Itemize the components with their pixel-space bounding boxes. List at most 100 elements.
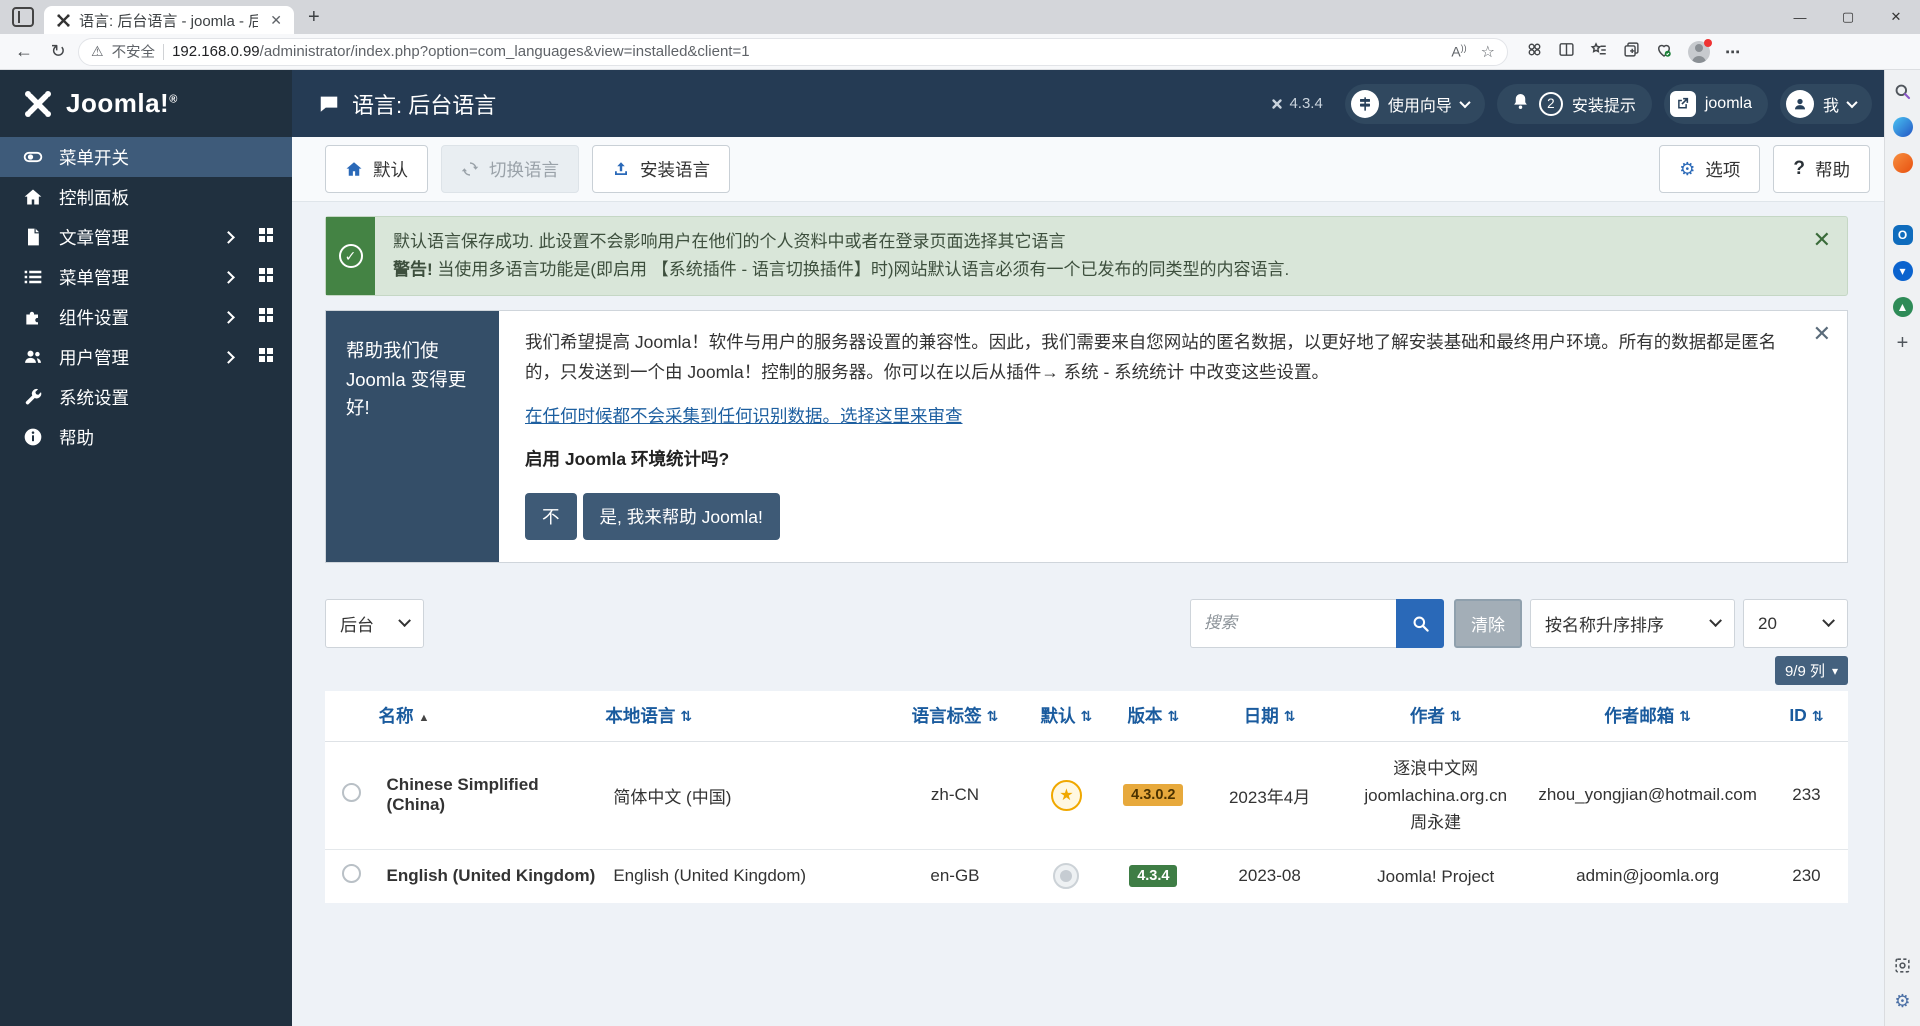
chevron-down-icon [1709,614,1722,627]
not-default-icon[interactable] [1053,863,1079,889]
outlook-icon[interactable]: O [1892,224,1914,246]
search-button[interactable] [1396,599,1444,648]
profile-avatar[interactable] [1688,41,1710,63]
m365-apps-icon[interactable] [1892,188,1914,210]
header-spacer [325,691,379,741]
read-aloud-icon[interactable]: A)) [1451,43,1466,60]
comment-icon [318,93,340,115]
stats-yes-button[interactable]: 是, 我来帮助 Joomla! [583,493,780,540]
sidebar-search-icon[interactable] [1892,80,1914,102]
favorite-star-icon[interactable]: ☆ [1481,42,1495,62]
sort-select[interactable]: 按名称升序排序 [1530,599,1735,648]
screenshot-tool-icon[interactable] [1892,954,1914,976]
grid-icon[interactable] [258,307,274,328]
preview-site-button[interactable]: joomla [1664,84,1768,124]
browser-essentials-icon[interactable] [1655,41,1673,63]
column-header-version[interactable]: 版本 [1108,691,1198,741]
version-label: 4.3.4 [1270,95,1322,112]
puzzle-icon [22,307,44,327]
settings-more-icon[interactable]: ⋯ [1725,43,1740,61]
person-icon [1786,90,1814,118]
grid-icon[interactable] [258,267,274,288]
user-menu-button[interactable]: 我 [1780,84,1872,124]
chevron-right-icon [222,351,234,363]
back-button[interactable]: ← [10,41,38,62]
clear-button[interactable]: 清除 [1454,599,1522,648]
grid-icon[interactable] [258,227,274,248]
column-header-date[interactable]: 日期 [1198,691,1341,741]
split-screen-icon[interactable] [1558,41,1575,62]
collections-icon[interactable] [1623,41,1640,62]
url-host: 192.168.0.99 [172,43,260,60]
column-header-default[interactable]: 默认 [1024,691,1108,741]
chevron-down-icon [398,614,411,627]
url-text: 192.168.0.99/administrator/index.php?opt… [172,43,750,60]
sidebar-item-components[interactable]: 组件设置 [0,297,292,337]
alert-close-icon[interactable]: ✕ [1797,217,1847,295]
privacy-review-link[interactable]: 在任何时候都不会采集到任何识别数据。选择这里来审查 [525,403,963,428]
row-radio[interactable] [342,864,361,883]
window-close-button[interactable]: ✕ [1872,0,1920,34]
add-sidebar-item-icon[interactable]: + [1892,332,1914,354]
eco-tree-icon[interactable]: ▲ [1892,296,1914,318]
panel-close-icon[interactable]: ✕ [1813,321,1831,347]
sidebar-item-menus[interactable]: 菜单管理 [0,257,292,297]
sidebar-item-menu-toggle[interactable]: 菜单开关 [0,137,292,177]
chevron-down-icon [1846,96,1857,107]
extensions-icon[interactable] [1526,41,1543,62]
column-header-author-email[interactable]: 作者邮箱 [1530,691,1765,741]
new-tab-button[interactable]: + [308,6,320,29]
language-date: 2023年4月 [1198,741,1341,849]
page-size-select[interactable]: 20 [1743,599,1848,648]
favorites-icon[interactable] [1590,41,1608,63]
column-header-name[interactable]: 名称 [379,691,606,741]
search-input[interactable] [1190,599,1396,648]
toggle-icon [22,147,44,167]
sidebar-item-articles[interactable]: 文章管理 [0,217,292,257]
sidebar-settings-gear-icon[interactable]: ⚙ [1892,990,1914,1012]
refresh-button[interactable]: ↻ [44,41,72,62]
copilot-icon[interactable] [1892,116,1914,138]
install-languages-button[interactable]: 安装语言 [592,145,730,193]
sidebar-item-system[interactable]: 系统设置 [0,377,292,417]
default-button[interactable]: 默认 [325,145,428,193]
guided-tour-button[interactable]: 使用向导 [1345,84,1485,124]
drop-icon[interactable]: ▾ [1892,260,1914,282]
help-button[interactable]: ? 帮助 [1773,145,1870,193]
signpost-icon [1351,90,1379,118]
client-select[interactable]: 后台 [325,599,424,648]
sidebar-item-control-panel[interactable]: 控制面板 [0,177,292,217]
options-button[interactable]: ⚙ 选项 [1659,145,1760,193]
default-star-icon[interactable]: ★ [1051,780,1082,811]
post-install-messages-button[interactable]: 2 安装提示 [1497,84,1652,124]
document-icon [22,227,44,247]
browser-tab[interactable]: 语言: 后台语言 - joomla - 后台 ✕ [44,6,294,34]
admin-header: 语言: 后台语言 4.3.4 使用向导 [292,70,1884,137]
window-minimize-button[interactable]: — [1776,0,1824,34]
tab-actions-icon[interactable] [12,7,34,27]
joomla-mark-icon [1270,97,1284,111]
column-header-native[interactable]: 本地语言 [605,691,885,741]
screen: 语言: 后台语言 - joomla - 后台 ✕ + — ▢ ✕ ← ↻ ⚠ 不… [0,0,1920,1026]
security-warning-icon: ⚠ [91,43,104,60]
joomla-logo[interactable]: Joomla!® [0,70,292,137]
alert-message: 默认语言保存成功. 此设置不会影响用户在他们的个人资料中或者在登录页面选择其它语… [393,228,1779,256]
column-header-tag[interactable]: 语言标签 [886,691,1025,741]
question-icon: ? [1793,158,1805,180]
sidebar-item-users[interactable]: 用户管理 [0,337,292,377]
tab-close-icon[interactable]: ✕ [266,12,286,29]
row-radio[interactable] [342,783,361,802]
sidebar-item-help[interactable]: 帮助 [0,417,292,457]
language-name: English (United Kingdom) [379,849,606,903]
tab-title: 语言: 后台语言 - joomla - 后台 [79,10,258,31]
browser-tab-bar: 语言: 后台语言 - joomla - 后台 ✕ + — ▢ ✕ [0,0,1920,34]
address-bar[interactable]: ⚠ 不安全 192.168.0.99/administrator/index.p… [78,38,1508,66]
switch-language-button[interactable]: 切换语言 [441,145,579,193]
column-header-id[interactable]: ID [1765,691,1848,741]
columns-visibility-badge[interactable]: 9/9 列 [1775,656,1848,685]
column-header-author[interactable]: 作者 [1341,691,1530,741]
grid-icon[interactable] [258,347,274,368]
stats-no-button[interactable]: 不 [525,493,577,540]
shopping-icon[interactable] [1892,152,1914,174]
window-maximize-button[interactable]: ▢ [1824,0,1872,34]
